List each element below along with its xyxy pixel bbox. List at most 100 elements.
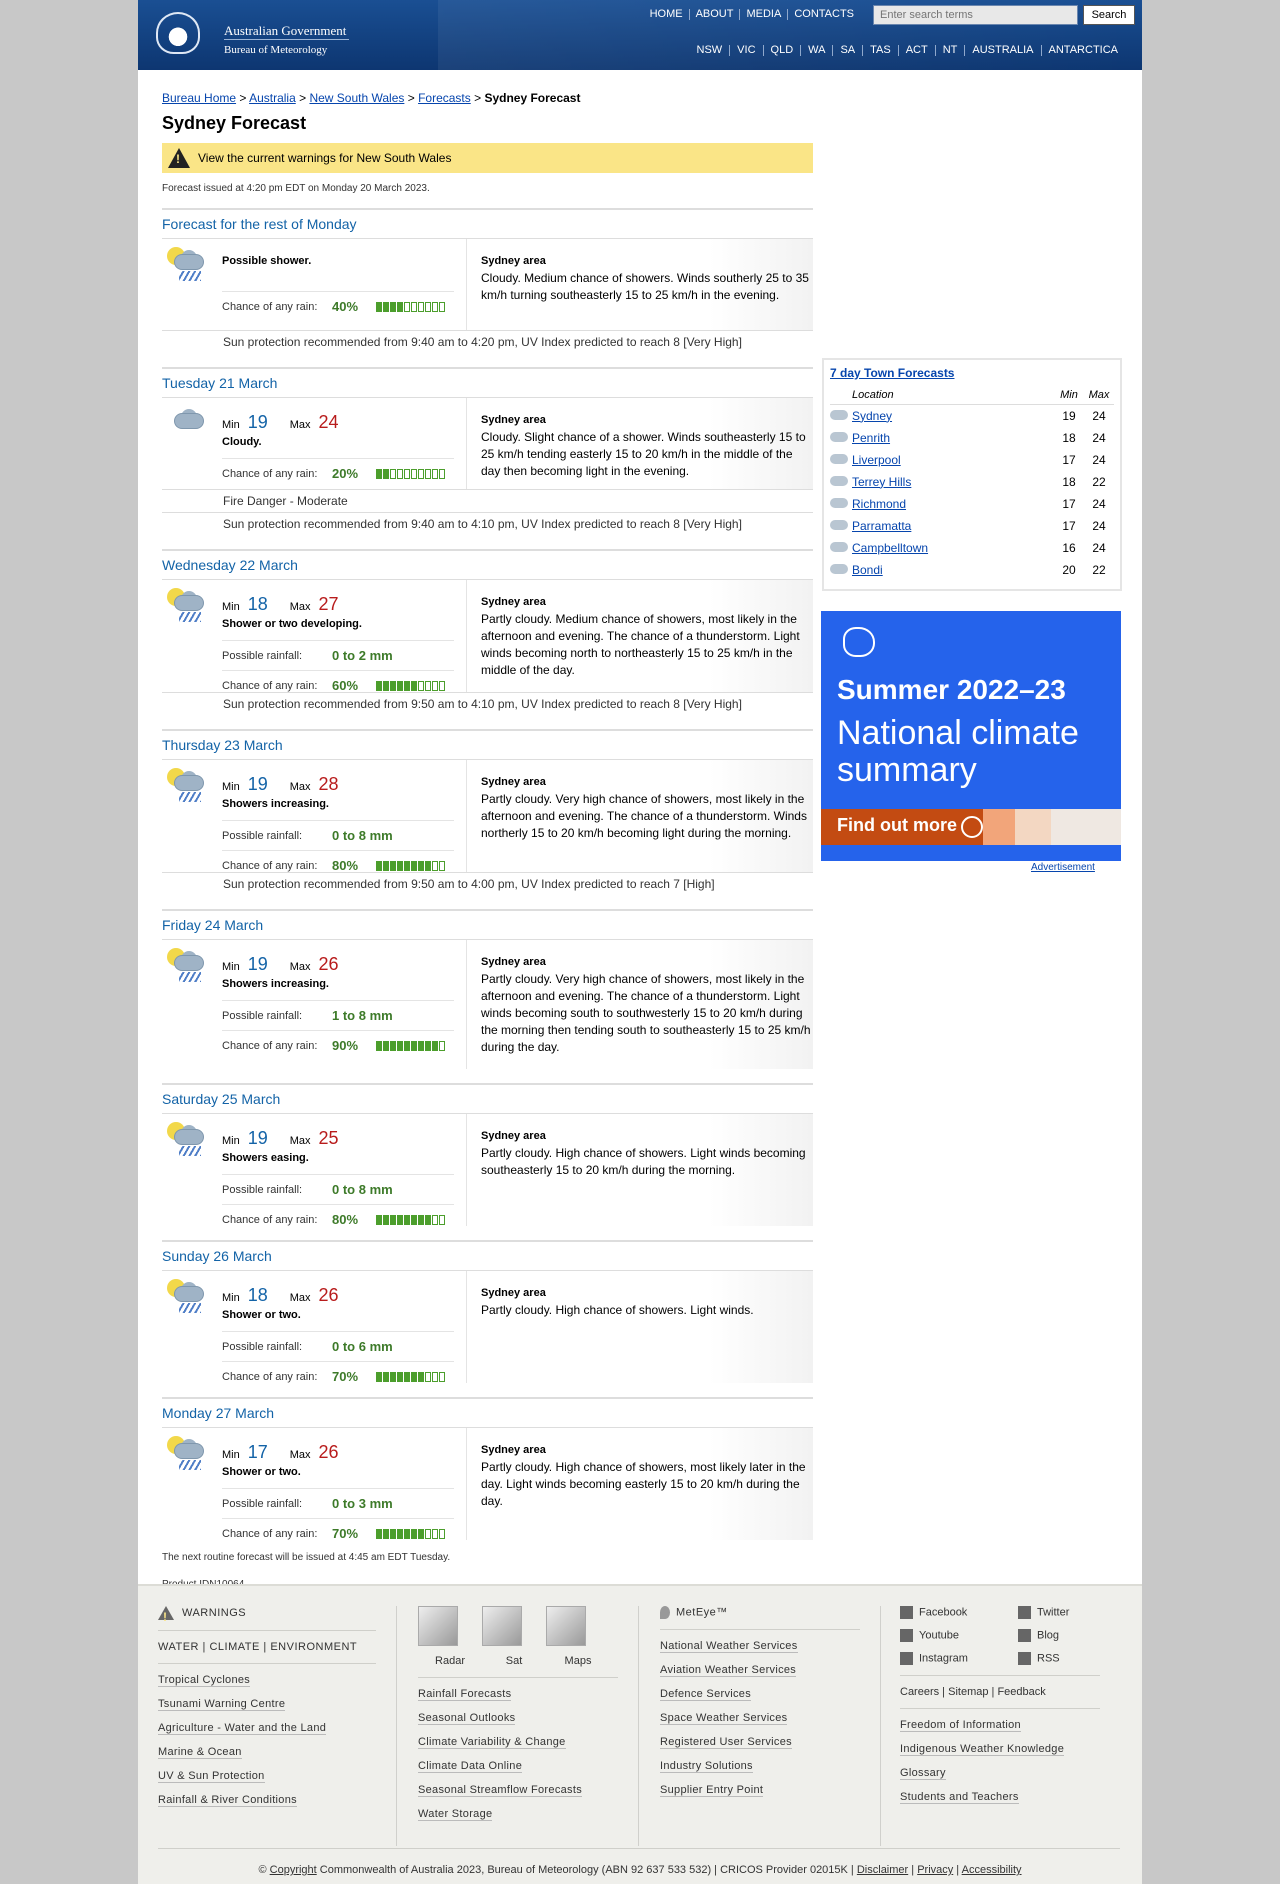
footer-link[interactable]: Aviation Weather Services	[660, 1664, 860, 1688]
town-row: Sydney 19 24	[830, 405, 1114, 427]
crumb-nsw[interactable]: New South Wales	[309, 91, 404, 105]
footer-link[interactable]: Students and Teachers	[900, 1791, 1100, 1815]
footer-link[interactable]: Rainfall Forecasts	[418, 1688, 618, 1712]
footer-link[interactable]: Space Weather Services	[660, 1712, 860, 1736]
next-forecast: The next routine forecast will be issued…	[162, 1552, 451, 1563]
state-nav-vic[interactable]: VIC	[729, 45, 762, 56]
weather-icon	[830, 519, 848, 530]
gov-title: Australian Government	[224, 23, 347, 38]
top-nav-media[interactable]: MEDIA	[739, 9, 787, 20]
footer-link[interactable]: Climate Variability & Change	[418, 1736, 618, 1760]
climate-link[interactable]: CLIMATE	[209, 1641, 259, 1653]
footer-link[interactable]: Marine & Ocean	[158, 1746, 376, 1770]
disclaimer-link[interactable]: Disclaimer	[857, 1864, 908, 1876]
maps-link[interactable]: Maps	[546, 1655, 610, 1667]
page: Australian Government Bureau of Meteorol…	[138, 0, 1142, 1884]
footer-link[interactable]: Tsunami Warning Centre	[158, 1698, 376, 1722]
min-max: Min 19 Max 26	[222, 954, 339, 974]
privacy-link[interactable]: Privacy	[917, 1864, 953, 1876]
forecast-day: Monday 27 March Min 17 Max 26 Shower or two. P…	[162, 1397, 813, 1541]
climate-summary-ad[interactable]: Summer 2022–23 National climate summary …	[821, 611, 1121, 861]
day-heading: Friday 24 March	[162, 917, 264, 933]
weather-icon	[830, 497, 848, 508]
social-facebook[interactable]: Facebook	[900, 1606, 1018, 1619]
careers-link[interactable]: Careers	[900, 1686, 939, 1698]
footer-link[interactable]: Freedom of Information	[900, 1719, 1100, 1743]
footer-link[interactable]: Supplier Entry Point	[660, 1784, 860, 1808]
town-link[interactable]: Campbelltown	[852, 541, 928, 555]
social-blog[interactable]: Blog	[1018, 1629, 1098, 1642]
coat-of-arms-logo[interactable]	[156, 12, 200, 54]
top-nav-about[interactable]: ABOUT	[688, 9, 740, 20]
footer-link[interactable]: National Weather Services	[660, 1640, 860, 1664]
town-link[interactable]: Liverpool	[852, 453, 901, 467]
sat-link[interactable]: Sat	[482, 1655, 546, 1667]
state-nav-wa[interactable]: WA	[800, 45, 832, 56]
sat-thumb[interactable]	[482, 1606, 522, 1646]
state-nav-australia[interactable]: AUSTRALIA	[964, 45, 1040, 56]
footer-link[interactable]: Indigenous Weather Knowledge	[900, 1743, 1100, 1767]
water-link[interactable]: WATER	[158, 1641, 199, 1653]
top-nav-home[interactable]: HOME	[644, 9, 689, 20]
town-link[interactable]: Terrey Hills	[852, 475, 911, 489]
environment-link[interactable]: ENVIRONMENT	[270, 1641, 357, 1653]
footer-link[interactable]: UV & Sun Protection	[158, 1770, 376, 1794]
crumb-forecasts[interactable]: Forecasts	[418, 91, 471, 105]
footer-link[interactable]: Glossary	[900, 1767, 1100, 1791]
town-link[interactable]: Parramatta	[852, 519, 911, 533]
radar-link[interactable]: Radar	[418, 1655, 482, 1667]
footer-link[interactable]: Seasonal Outlooks	[418, 1712, 618, 1736]
state-nav-sa[interactable]: SA	[832, 45, 862, 56]
copyright-link[interactable]: Copyright	[270, 1864, 317, 1876]
meteye-link[interactable]: MetEye™	[660, 1606, 860, 1619]
warning-link[interactable]: View the current warnings for New South …	[198, 151, 451, 165]
footer-link[interactable]: Industry Solutions	[660, 1760, 860, 1784]
radar-thumb[interactable]	[418, 1606, 458, 1646]
town-link[interactable]: Sydney	[852, 409, 892, 423]
social-instagram[interactable]: Instagram	[900, 1652, 1018, 1665]
chance-of-rain: Chance of any rain: 80%	[222, 850, 454, 880]
footer-link[interactable]: Water Storage	[418, 1808, 618, 1832]
footer-link[interactable]: Seasonal Streamflow Forecasts	[418, 1784, 618, 1808]
town-min: 19	[1062, 408, 1076, 423]
town-link[interactable]: Penrith	[852, 431, 890, 445]
town-link[interactable]: Bondi	[852, 563, 883, 577]
warnings-link[interactable]: WARNINGS	[158, 1606, 376, 1624]
main-content: Bureau Home > Australia > New South Wale…	[162, 91, 813, 1590]
state-nav-antarctica[interactable]: ANTARCTICA	[1040, 45, 1125, 56]
town-forecasts-link[interactable]: 7 day Town Forecasts	[830, 366, 954, 380]
min-max: Min 19 Max 24	[222, 412, 339, 432]
advertisement-link[interactable]: Advertisement	[1031, 862, 1095, 873]
search-input[interactable]	[873, 5, 1078, 25]
forecast-row: Min 18 Max 26 Shower or two. Possible rainfal…	[162, 1270, 813, 1384]
state-nav-nsw[interactable]: NSW	[690, 45, 730, 56]
accessibility-link[interactable]: Accessibility	[962, 1864, 1022, 1876]
sitemap-link[interactable]: Sitemap	[948, 1686, 988, 1698]
town-link[interactable]: Richmond	[852, 497, 906, 511]
state-nav-nt[interactable]: NT	[934, 45, 965, 56]
footer-link[interactable]: Rainfall & River Conditions	[158, 1794, 376, 1818]
facebook-icon	[900, 1606, 913, 1619]
state-nav-qld[interactable]: QLD	[762, 45, 801, 56]
footer-link[interactable]: Climate Data Online	[418, 1760, 618, 1784]
social-youtube[interactable]: Youtube	[900, 1629, 1018, 1642]
maps-thumb[interactable]	[546, 1606, 586, 1646]
state-nav-tas[interactable]: TAS	[862, 45, 898, 56]
search-button[interactable]: Search	[1083, 5, 1135, 25]
crumb-australia[interactable]: Australia	[249, 91, 296, 105]
social-rss[interactable]: RSS	[1018, 1652, 1098, 1665]
footer-link[interactable]: Registered User Services	[660, 1736, 860, 1760]
crumb-home[interactable]: Bureau Home	[162, 91, 236, 105]
social-twitter[interactable]: Twitter	[1018, 1606, 1098, 1619]
warning-banner[interactable]: View the current warnings for New South …	[162, 143, 813, 173]
town-row: Liverpool 17 24	[830, 449, 1114, 471]
find-out-more-button[interactable]: Find out more	[821, 809, 983, 845]
footer-link[interactable]: Defence Services	[660, 1688, 860, 1712]
town-max: 22	[1092, 474, 1106, 489]
footer-link[interactable]: Agriculture - Water and the Land	[158, 1722, 376, 1746]
state-nav-act[interactable]: ACT	[897, 45, 935, 56]
area-forecast: Sydney area Partly cloudy. Medium chance …	[467, 580, 813, 692]
feedback-link[interactable]: Feedback	[997, 1686, 1045, 1698]
top-nav-contacts[interactable]: CONTACTS	[787, 9, 860, 20]
footer-link[interactable]: Tropical Cyclones	[158, 1674, 376, 1698]
